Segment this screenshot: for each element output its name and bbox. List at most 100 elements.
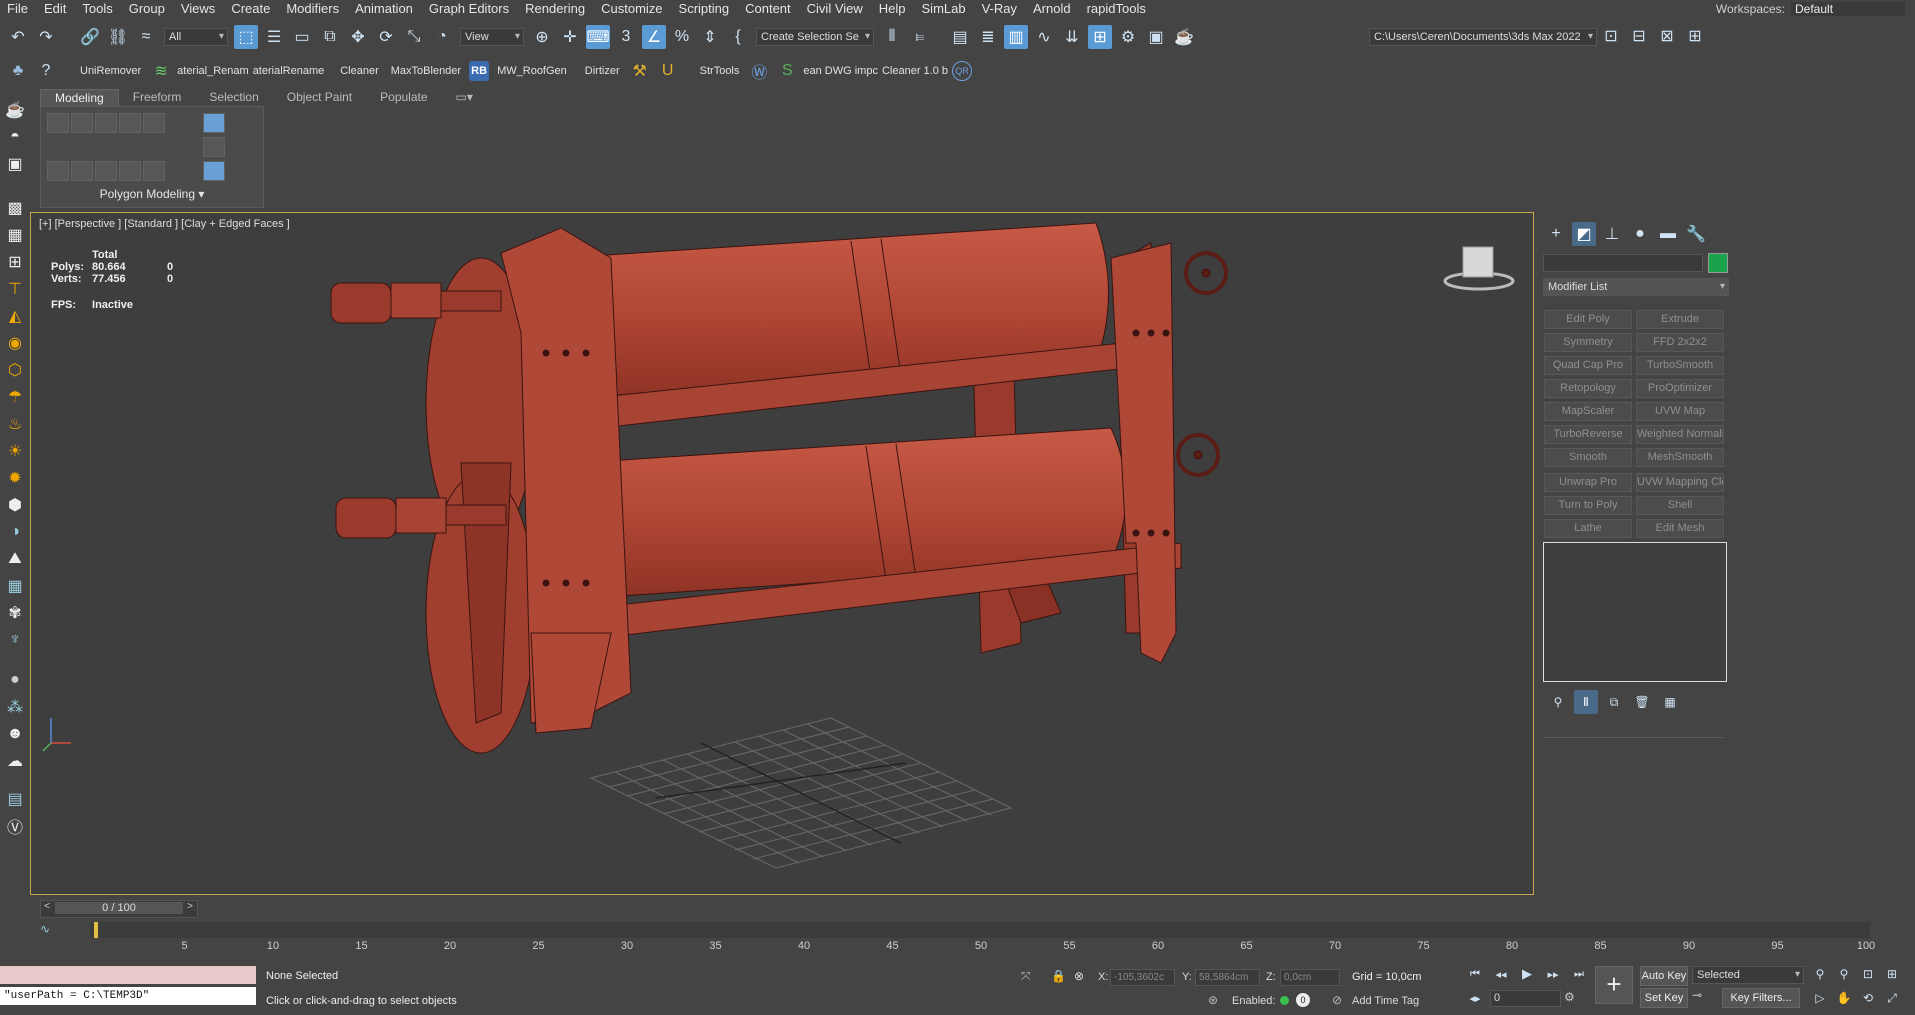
fire-icon[interactable]: ♆ xyxy=(3,628,27,652)
script-material-rename-1[interactable]: aterial_Renam xyxy=(177,65,249,77)
render-setup-icon[interactable]: ⚙ xyxy=(1116,25,1140,49)
redo-icon[interactable]: ↷ xyxy=(34,25,58,49)
umbrella-icon[interactable]: ☂ xyxy=(3,385,27,409)
add-time-tag[interactable]: Add Time Tag xyxy=(1352,995,1419,1007)
pin-stack-icon[interactable]: ⚲ xyxy=(1546,690,1570,714)
select-object-icon[interactable]: ⬚ xyxy=(234,25,258,49)
create-tab-icon[interactable]: + xyxy=(1544,222,1568,246)
cube-icon[interactable]: ⬢ xyxy=(3,493,27,517)
modifier-button-turbosmooth[interactable]: TurboSmooth xyxy=(1636,356,1724,375)
modifier-button-shell[interactable]: Shell xyxy=(1636,496,1724,515)
qr-icon[interactable]: QR xyxy=(952,61,973,81)
key-mode-dropdown[interactable]: Selected xyxy=(1692,966,1804,984)
placement-icon[interactable]: ◔ xyxy=(430,25,454,49)
percent-snap-icon[interactable]: % xyxy=(670,25,694,49)
zoom-extents-icon[interactable]: ⊡ xyxy=(1858,964,1878,984)
ribbon-tool-9[interactable] xyxy=(119,161,141,181)
configure-modifier-sets-icon[interactable]: ▦ xyxy=(1658,690,1682,714)
time-next-icon[interactable]: > xyxy=(183,901,197,912)
sphere-icon[interactable]: ◓ xyxy=(3,125,27,149)
tab-populate[interactable]: Populate xyxy=(366,89,441,106)
menu-v-ray[interactable]: V-Ray xyxy=(975,1,1026,16)
absolute-mode-icon[interactable]: ⊗ xyxy=(1074,969,1084,983)
ribbon-tool-13[interactable] xyxy=(203,161,225,181)
set-project-folder-icon[interactable]: ⊡ xyxy=(1599,24,1623,48)
grass-icon[interactable]: ✾ xyxy=(3,601,27,625)
modifier-button-mapscaler[interactable]: MapScaler xyxy=(1544,402,1632,421)
layer-explorer-icon[interactable]: ≣ xyxy=(976,25,1000,49)
menu-tools[interactable]: Tools xyxy=(75,1,121,16)
menu-arnold[interactable]: Arnold xyxy=(1026,1,1080,16)
modifier-button-turn-to-poly[interactable]: Turn to Poly xyxy=(1544,496,1632,515)
torus-icon[interactable]: ◉ xyxy=(3,331,27,355)
modifier-stack[interactable] xyxy=(1543,542,1727,682)
grid-box-icon[interactable]: ▦ xyxy=(3,574,27,598)
modifier-button-symmetry[interactable]: Symmetry xyxy=(1544,333,1632,352)
modifier-button-retopology[interactable]: Retopology xyxy=(1544,379,1632,398)
ribbon-tool-10[interactable] xyxy=(143,161,165,181)
modify-tab-icon[interactable]: ◩ xyxy=(1572,222,1596,246)
angle-snap-icon[interactable]: ∠ xyxy=(642,25,666,49)
view-cube[interactable] xyxy=(1443,246,1515,291)
set-key-button[interactable]: Set Key xyxy=(1640,988,1688,1008)
rectangular-selection-icon[interactable]: ▭ xyxy=(290,25,314,49)
menu-views[interactable]: Views xyxy=(174,1,224,16)
script-cleaner[interactable]: Cleaner xyxy=(340,65,379,77)
tab-modeling[interactable]: Modeling xyxy=(40,89,119,106)
reference-coordinate-dropdown[interactable]: View xyxy=(460,28,524,46)
sc-icon[interactable]: S xyxy=(775,59,799,83)
u-icon[interactable]: U xyxy=(656,59,680,83)
box-icon[interactable]: ▣ xyxy=(3,152,27,176)
link-icon[interactable]: 🔗 xyxy=(78,25,102,49)
maxscript-listener-input[interactable] xyxy=(0,966,256,984)
modifier-button-edit-mesh[interactable]: Edit Mesh xyxy=(1636,519,1724,538)
toggle-ribbon-icon[interactable]: ▥ xyxy=(1004,25,1028,49)
timeline-track[interactable]: 5 10 15 20 25 30 35 40 45 50 55 60 65 70 75 80 85 90 95 100 xyxy=(90,922,1875,952)
tree-icon[interactable]: ♣ xyxy=(6,59,30,83)
current-frame-field[interactable]: 0 xyxy=(1490,990,1561,1007)
menu-group[interactable]: Group xyxy=(122,1,174,16)
camera-icon[interactable]: ▩ xyxy=(3,196,27,220)
autodesk-icon[interactable]: Ⓥ xyxy=(3,814,27,838)
menu-help[interactable]: Help xyxy=(872,1,915,16)
cone-icon[interactable]: ◭ xyxy=(3,304,27,328)
ribbon-options-icon[interactable]: ▭▾ xyxy=(442,89,487,106)
menu-create[interactable]: Create xyxy=(224,1,279,16)
panel-toggle-icon[interactable]: ▤ xyxy=(3,787,27,811)
time-slider-value[interactable]: 0 / 100 xyxy=(55,902,183,914)
hierarchy-tab-icon[interactable]: ⊥ xyxy=(1600,222,1624,246)
sky-icon[interactable]: ✹ xyxy=(3,466,27,490)
ribbon-tool-12[interactable] xyxy=(203,137,225,157)
x-coordinate-field[interactable]: -105,3602c xyxy=(1110,969,1175,986)
set-key-big-icon[interactable]: + xyxy=(1595,966,1633,1004)
display-tab-icon[interactable]: ▬ xyxy=(1656,222,1680,246)
script-uniremover[interactable]: UniRemover xyxy=(80,65,141,77)
previous-frame-icon[interactable]: ◂◂ xyxy=(1490,964,1512,984)
schematic-view-icon[interactable]: ⇊ xyxy=(1060,25,1084,49)
script-dirtizer[interactable]: Dirtizer xyxy=(585,65,620,77)
key-filters-button[interactable]: Key Filters... xyxy=(1722,988,1800,1008)
chrome-sphere-icon[interactable]: ● xyxy=(3,668,27,692)
menu-rapidtools[interactable]: rapidTools xyxy=(1080,1,1155,16)
motion-tab-icon[interactable]: ● xyxy=(1628,222,1652,246)
keyboard-shortcut-override-icon[interactable]: ⌨ xyxy=(586,25,610,49)
sun-icon[interactable]: ☀ xyxy=(3,439,27,463)
z-coordinate-field[interactable]: 0,0cm xyxy=(1280,969,1340,986)
mirror-icon[interactable]: ⫴ xyxy=(880,25,904,49)
bind-space-warp-icon[interactable]: ≈ xyxy=(134,25,158,49)
menu-animation[interactable]: Animation xyxy=(348,1,422,16)
object-color-swatch[interactable] xyxy=(1708,253,1728,273)
menu-modifiers[interactable]: Modifiers xyxy=(279,1,348,16)
select-by-name-icon[interactable]: ☰ xyxy=(262,25,286,49)
curve-editor-icon[interactable]: ∿ xyxy=(1032,25,1056,49)
script-cleaner-10[interactable]: Cleaner 1.0 b xyxy=(882,65,948,77)
selection-filter-dropdown[interactable]: All xyxy=(164,28,228,46)
modifier-button-weighted-normals[interactable]: Weighted Normals xyxy=(1636,425,1724,444)
ribbon-tool-4[interactable] xyxy=(119,113,141,133)
lock-selection-icon[interactable]: 🔒 xyxy=(1051,969,1066,983)
teapot-icon[interactable]: ☕ xyxy=(3,98,27,122)
field-of-view-icon[interactable]: ▷ xyxy=(1810,988,1830,1008)
skull-icon[interactable]: ☻ xyxy=(3,722,27,746)
scene-explorer-icon[interactable]: ▤ xyxy=(948,25,972,49)
w-icon[interactable]: Ⓦ xyxy=(747,59,771,83)
